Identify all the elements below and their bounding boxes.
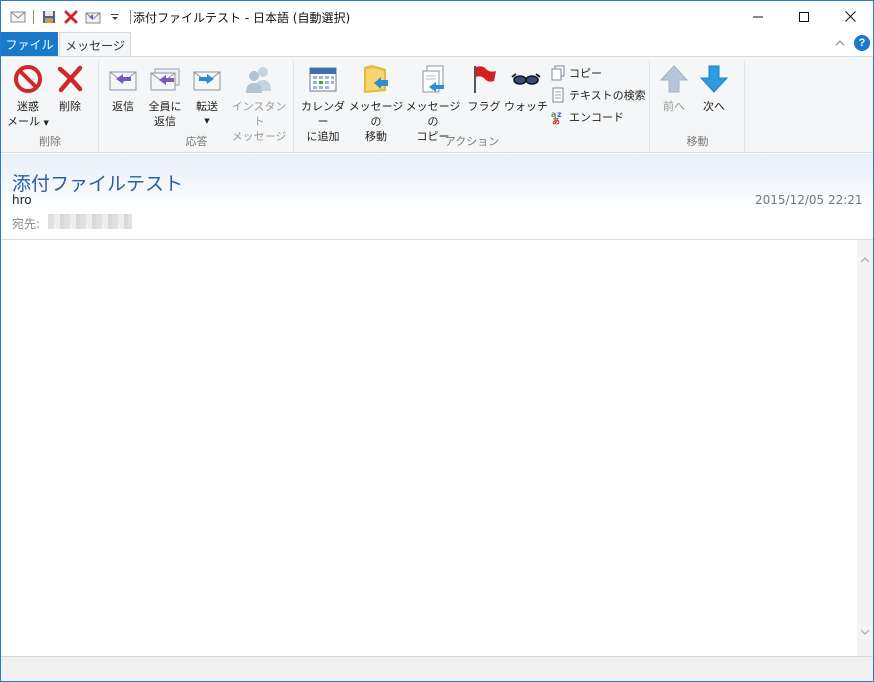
delete-button[interactable]: 削除 xyxy=(51,63,89,114)
reply-all-icon[interactable] xyxy=(84,8,102,26)
maximize-icon xyxy=(799,11,809,22)
reply-button[interactable]: 返信 xyxy=(105,63,141,114)
scroll-up-chevron-up-icon[interactable] xyxy=(857,254,873,268)
previous-button[interactable]: 前へ xyxy=(656,63,692,114)
recipient-redacted[interactable] xyxy=(48,214,132,229)
reply-all-button[interactable]: 全員に 返信 xyxy=(145,63,185,129)
scroll-down-chevron-down-icon[interactable] xyxy=(857,626,873,640)
flag-icon xyxy=(474,66,496,93)
app-envelope-icon[interactable] xyxy=(9,8,27,26)
copy-button[interactable]: コピー xyxy=(550,63,602,83)
vertical-scrollbar[interactable] xyxy=(857,240,873,656)
calendar-icon xyxy=(309,67,337,92)
message-from[interactable]: hro xyxy=(12,193,32,207)
minimize-icon xyxy=(753,16,763,17)
qat-separator xyxy=(33,10,34,24)
window-title: 添付ファイルテスト - 日本語 (自動選択) xyxy=(133,11,351,25)
group-respond: 返信 全員に 返信 転送 ▼ インスタント メッセージ 応答 xyxy=(99,59,294,151)
copy-msg-label-line1: メッセージの xyxy=(405,100,461,128)
message-body[interactable] xyxy=(1,240,873,656)
group-actions-label: アクション xyxy=(444,135,500,148)
forward-button[interactable]: 転送 ▼ xyxy=(189,63,225,129)
instant-message-people-icon xyxy=(246,67,271,93)
minimize-ribbon-chevron-up-icon[interactable] xyxy=(833,36,847,50)
delete-icon[interactable] xyxy=(62,8,80,26)
junk-block-icon xyxy=(14,65,42,93)
maximize-button[interactable] xyxy=(781,1,827,32)
find-text-label: テキストの検索 xyxy=(569,89,646,102)
instant-message-button[interactable]: インスタント メッセージ xyxy=(227,63,291,144)
watch-button[interactable]: ウォッチ xyxy=(504,63,548,114)
group-actions: カレンダー に追加 メッセージの 移動 メッセージの コピー フラグ ウォッチ … xyxy=(294,59,650,151)
forward-label: 転送 xyxy=(196,100,218,113)
delete-x-icon xyxy=(57,65,83,93)
move-label-line1: メッセージの xyxy=(348,100,404,128)
customize-qat-chevron-down-icon[interactable] xyxy=(106,8,124,26)
flag-button[interactable]: フラグ xyxy=(466,63,502,114)
title-bar: 添付ファイルテスト - 日本語 (自動選択) xyxy=(1,1,873,32)
delete-label: 削除 xyxy=(59,100,81,113)
message-subject: 添付ファイルテスト xyxy=(12,173,184,195)
to-label: 宛先: xyxy=(12,217,41,231)
junk-label-line1: 迷惑 xyxy=(17,100,39,113)
copy-message-icon xyxy=(422,65,444,93)
group-navigate-label: 移動 xyxy=(686,135,709,148)
ribbon: 迷惑 メール ▼ 削除 削除 返信 全員に 返信 転送 ▼ インスタント メッセ… xyxy=(1,56,873,153)
tab-message[interactable]: メッセージ xyxy=(59,32,131,57)
instant-label-line1: インスタント xyxy=(231,100,287,128)
help-icon[interactable]: ? xyxy=(854,35,870,51)
status-bar xyxy=(1,656,873,681)
ribbon-tab-row: ファイル メッセージ ? xyxy=(1,32,873,57)
reply-all-label-line1: 全員に xyxy=(148,100,182,113)
reply-icon xyxy=(109,71,137,91)
encode-button[interactable]: a z あ エンコード xyxy=(550,107,624,127)
reply-all-icon xyxy=(150,68,180,91)
message-header: 添付ファイルテスト hro 2015/12/05 22:21 宛先: xyxy=(1,154,873,240)
encode-icon: a z あ xyxy=(551,110,562,125)
tab-file[interactable]: ファイル xyxy=(1,32,58,56)
arrow-up-icon xyxy=(659,65,689,93)
close-icon xyxy=(844,11,856,22)
qat-separator xyxy=(130,10,131,24)
arrow-down-icon xyxy=(699,65,729,93)
junk-label-line2: メール ▼ xyxy=(7,115,49,128)
copy-label: コピー xyxy=(569,67,602,80)
flag-label: フラグ xyxy=(467,100,501,113)
junk-dropdown-chevron-down-icon: ▼ xyxy=(43,119,49,127)
quick-access-toolbar xyxy=(9,8,137,26)
calendar-label-line1: カレンダー xyxy=(301,100,345,128)
forward-dropdown-chevron-down-icon[interactable]: ▼ xyxy=(189,114,225,129)
move-message-button[interactable]: メッセージの 移動 xyxy=(348,63,404,144)
group-navigate: 前へ 次へ 移動 xyxy=(650,59,745,151)
group-respond-label: 応答 xyxy=(185,135,208,148)
close-button[interactable] xyxy=(827,1,873,32)
minimize-button[interactable] xyxy=(735,1,781,32)
glasses-icon xyxy=(511,73,541,85)
next-label: 次へ xyxy=(703,100,725,113)
copy-icon xyxy=(551,65,565,81)
reply-all-label-line2: 返信 xyxy=(154,115,176,128)
watch-label: ウォッチ xyxy=(504,100,548,113)
copy-message-button[interactable]: メッセージの コピー xyxy=(404,63,462,144)
next-button[interactable]: 次へ xyxy=(696,63,732,114)
group-delete: 迷惑 メール ▼ 削除 削除 xyxy=(1,59,99,151)
group-delete-label: 削除 xyxy=(39,135,61,148)
reply-label: 返信 xyxy=(112,100,134,113)
mail-window: 添付ファイルテスト - 日本語 (自動選択) ファイル メッセージ ? 迷惑 メ… xyxy=(0,0,874,682)
find-text-document-icon xyxy=(552,87,564,103)
forward-icon xyxy=(193,71,221,91)
group-separator xyxy=(744,61,745,151)
save-icon[interactable] xyxy=(40,8,58,26)
find-text-button[interactable]: テキストの検索 xyxy=(550,85,646,105)
encode-label: エンコード xyxy=(569,111,624,124)
add-to-calendar-button[interactable]: カレンダー に追加 xyxy=(298,63,348,144)
previous-label: 前へ xyxy=(663,100,685,113)
folder-move-icon xyxy=(364,65,388,93)
junk-mail-button[interactable]: 迷惑 メール ▼ xyxy=(7,63,49,131)
svg-text:あ: あ xyxy=(552,117,560,125)
message-date: 2015/12/05 22:21 xyxy=(755,193,863,207)
